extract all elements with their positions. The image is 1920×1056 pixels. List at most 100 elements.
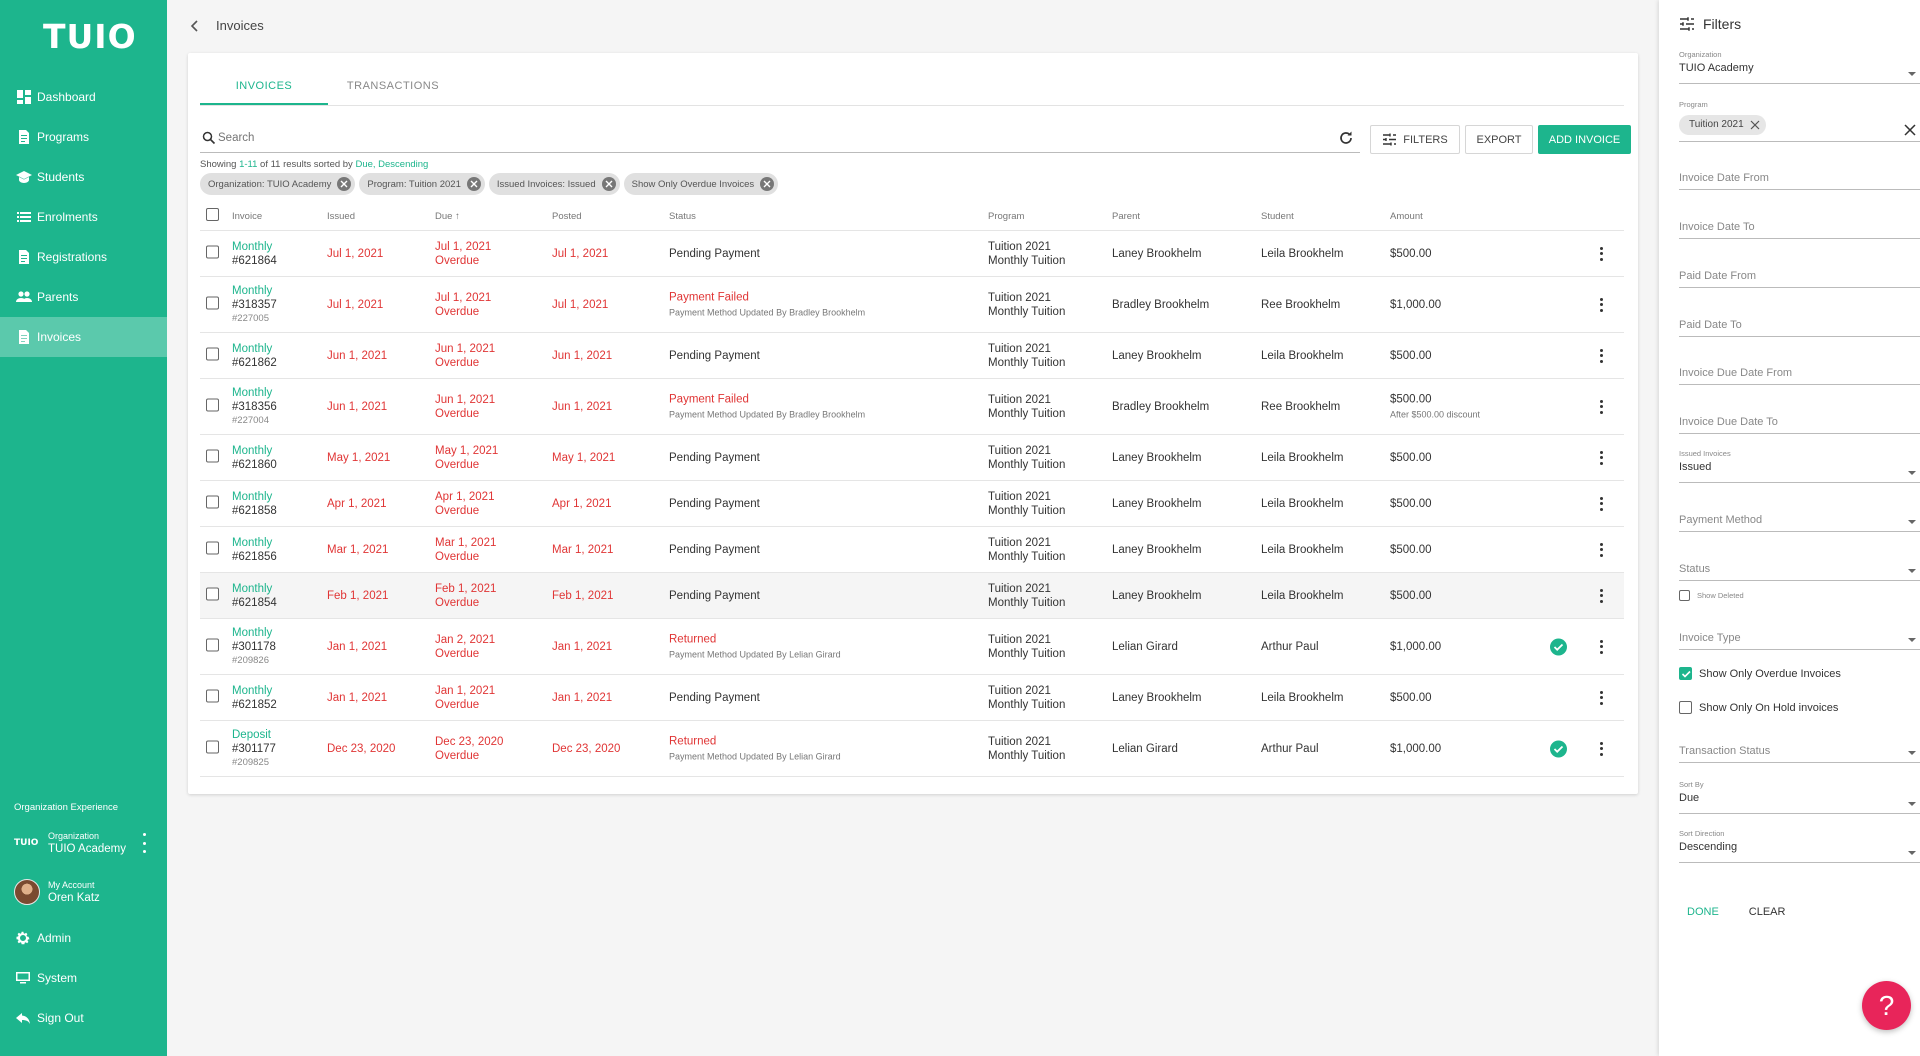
sidebar-item-programs[interactable]: Programs — [0, 117, 167, 157]
show-on-hold-checkbox[interactable]: Show Only On Hold invoices — [1679, 701, 1838, 714]
refresh-icon[interactable] — [1338, 130, 1354, 146]
invoice-due-date-from-field[interactable]: Invoice Due Date From — [1679, 367, 1920, 385]
invoice-date-from-field[interactable]: Invoice Date From — [1679, 172, 1920, 190]
more-vert-icon[interactable] — [1600, 297, 1604, 312]
done-button[interactable]: DONE — [1687, 906, 1719, 918]
invoice-cell[interactable]: Monthly #621864 — [232, 240, 277, 268]
col-parent[interactable]: Parent — [1112, 210, 1140, 224]
row-checkbox[interactable] — [206, 740, 219, 757]
tab-transactions[interactable]: TRANSACTIONS — [328, 69, 458, 105]
sort-direction-select[interactable]: Sort Direction Descending — [1679, 829, 1920, 863]
invoice-cell[interactable]: Monthly #621860 — [232, 444, 277, 472]
invoice-cell[interactable]: Monthly #621858 — [232, 490, 277, 518]
row-checkbox[interactable] — [206, 541, 219, 558]
sidebar-item-invoices[interactable]: Invoices — [0, 317, 167, 357]
remove-chip-icon[interactable] — [1750, 120, 1760, 130]
sidebar-item-students[interactable]: Students — [0, 157, 167, 197]
row-checkbox[interactable] — [206, 296, 219, 313]
show-overdue-checkbox[interactable]: Show Only Overdue Invoices — [1679, 667, 1841, 680]
row-checkbox[interactable] — [206, 449, 219, 466]
sidebar-item-parents[interactable]: Parents — [0, 277, 167, 317]
more-vert-icon[interactable] — [1600, 741, 1604, 756]
invoice-type-select[interactable]: Invoice Type — [1679, 632, 1920, 650]
invoice-cell[interactable]: Monthly #301178 #209826 — [232, 626, 276, 668]
row-checkbox[interactable] — [206, 347, 219, 364]
table-row[interactable]: Monthly #621854 Feb 1, 2021 Feb 1, 2021 Over… — [200, 573, 1624, 619]
sidebar-item-enrolments[interactable]: Enrolments — [0, 197, 167, 237]
sidebar-item-registrations[interactable]: Registrations — [0, 237, 167, 277]
row-checkbox[interactable] — [206, 495, 219, 512]
col-amount[interactable]: Amount — [1390, 210, 1423, 224]
more-vert-icon[interactable] — [1600, 450, 1604, 465]
more-vert-icon[interactable] — [1600, 588, 1604, 603]
sidebar-item-system[interactable]: System — [0, 958, 167, 998]
remove-chip-icon[interactable] — [337, 177, 352, 191]
table-row[interactable]: Monthly #621856 Mar 1, 2021 Mar 1, 2021 Over… — [200, 527, 1624, 573]
more-vert-icon[interactable] — [1600, 690, 1604, 705]
invoice-cell[interactable]: Monthly #621852 — [232, 684, 277, 712]
clear-icon[interactable] — [1904, 124, 1916, 136]
table-row[interactable]: Monthly #318356 #227004 Jun 1, 2021 Jun 1, 2… — [200, 379, 1624, 435]
help-button[interactable]: ? — [1862, 981, 1911, 1030]
export-button[interactable]: EXPORT — [1465, 125, 1533, 154]
sidebar-item-dashboard[interactable]: Dashboard — [0, 77, 167, 117]
program-select[interactable]: Program Tuition 2021 — [1679, 100, 1920, 142]
payment-method-select[interactable]: Payment Method — [1679, 514, 1920, 532]
table-row[interactable]: Monthly #318357 #227005 Jul 1, 2021 Jul 1, 2… — [200, 277, 1624, 333]
table-row[interactable]: Monthly #621860 May 1, 2021 May 1, 2021 Over… — [200, 435, 1624, 481]
more-vert-icon[interactable] — [1600, 399, 1604, 414]
sort-by-select[interactable]: Sort By Due — [1679, 780, 1920, 814]
row-checkbox[interactable] — [206, 245, 219, 262]
col-status[interactable]: Status — [669, 210, 696, 224]
col-issued[interactable]: Issued — [327, 210, 355, 224]
more-vert-icon[interactable] — [143, 833, 147, 853]
org-switcher[interactable]: TUIO Organization TUIO Academy — [0, 820, 167, 866]
remove-chip-icon[interactable] — [601, 177, 616, 191]
row-checkbox[interactable] — [206, 587, 219, 604]
table-row[interactable]: Monthly #621852 Jan 1, 2021 Jan 1, 2021 Over… — [200, 675, 1624, 721]
col-posted[interactable]: Posted — [552, 210, 582, 224]
back-arrow-icon[interactable] — [188, 19, 202, 33]
more-vert-icon[interactable] — [1600, 246, 1604, 261]
row-checkbox[interactable] — [206, 398, 219, 415]
table-row[interactable]: Monthly #621864 Jul 1, 2021 Jul 1, 2021 Over… — [200, 231, 1624, 277]
issued-invoices-select[interactable]: Issued Invoices Issued — [1679, 449, 1920, 483]
row-checkbox[interactable] — [206, 689, 219, 706]
invoice-cell[interactable]: Monthly #621854 — [232, 582, 277, 610]
table-row[interactable]: Deposit #301177 #209825 Dec 23, 2020 Dec 23,… — [200, 721, 1624, 777]
organization-select[interactable]: Organization TUIO Academy — [1679, 50, 1920, 84]
col-student[interactable]: Student — [1261, 210, 1294, 224]
row-checkbox[interactable] — [206, 638, 219, 655]
invoice-cell[interactable]: Deposit #301177 #209825 — [232, 728, 276, 770]
transaction-status-select[interactable]: Transaction Status — [1679, 745, 1920, 763]
status-select[interactable]: Status — [1679, 563, 1920, 581]
col-due[interactable]: Due ↑ — [435, 210, 460, 224]
remove-chip-icon[interactable] — [760, 177, 775, 191]
filters-button[interactable]: FILTERS — [1370, 125, 1460, 154]
tab-invoices[interactable]: INVOICES — [200, 69, 328, 105]
table-row[interactable]: Monthly #621862 Jun 1, 2021 Jun 1, 2021 Over… — [200, 333, 1624, 379]
invoice-cell[interactable]: Monthly #318357 #227005 — [232, 284, 277, 326]
show-deleted-checkbox[interactable]: Show Deleted — [1679, 590, 1744, 601]
invoice-cell[interactable]: Monthly #621856 — [232, 536, 277, 564]
more-vert-icon[interactable] — [1600, 496, 1604, 511]
sidebar-item-sign-out[interactable]: Sign Out — [0, 998, 167, 1038]
invoice-cell[interactable]: Monthly #621862 — [232, 342, 277, 370]
table-row[interactable]: Monthly #301178 #209826 Jan 1, 2021 Jan 2, 2… — [200, 619, 1624, 675]
paid-date-to-field[interactable]: Paid Date To — [1679, 319, 1920, 337]
remove-chip-icon[interactable] — [466, 177, 481, 191]
col-invoice[interactable]: Invoice — [232, 210, 262, 224]
paid-date-from-field[interactable]: Paid Date From — [1679, 270, 1920, 288]
clear-button[interactable]: CLEAR — [1749, 906, 1786, 918]
more-vert-icon[interactable] — [1600, 348, 1604, 363]
more-vert-icon[interactable] — [1600, 542, 1604, 557]
search-input[interactable] — [218, 131, 1360, 144]
add-invoice-button[interactable]: ADD INVOICE — [1538, 125, 1631, 154]
sidebar-item-admin[interactable]: Admin — [0, 918, 167, 958]
col-program[interactable]: Program — [988, 210, 1024, 224]
select-all-checkbox[interactable] — [206, 207, 219, 226]
account-block[interactable]: My Account Oren Katz — [0, 866, 167, 918]
more-vert-icon[interactable] — [1600, 639, 1604, 654]
invoice-date-to-field[interactable]: Invoice Date To — [1679, 221, 1920, 239]
invoice-due-date-to-field[interactable]: Invoice Due Date To — [1679, 416, 1920, 434]
